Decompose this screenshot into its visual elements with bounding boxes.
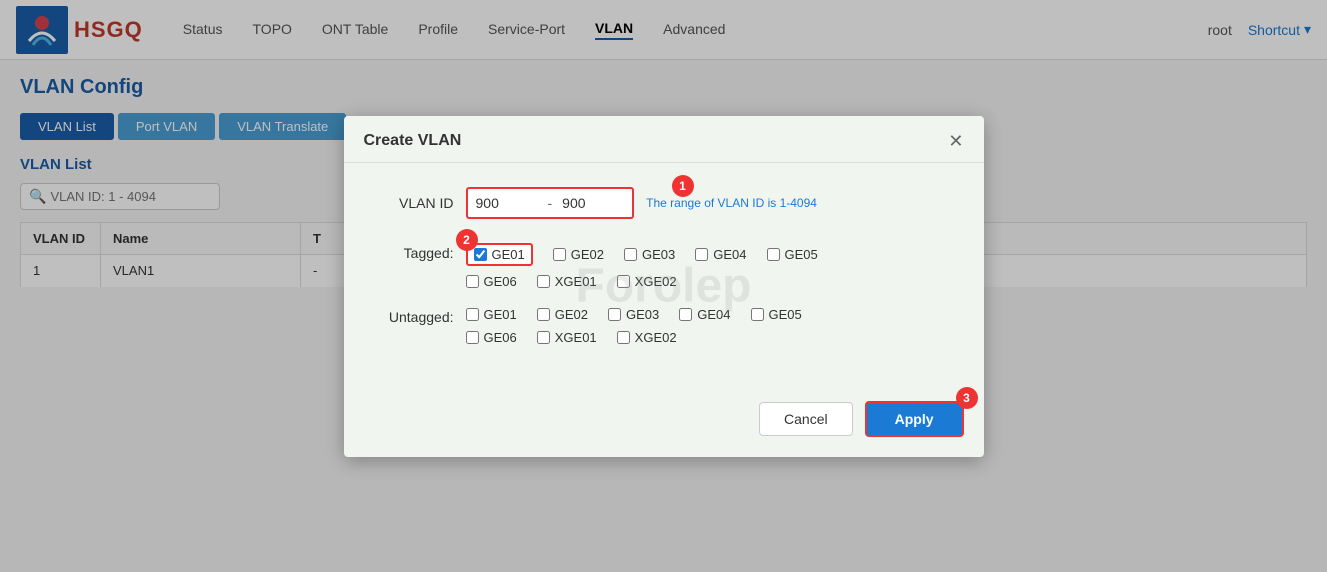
tagged-ge05-checkbox[interactable] xyxy=(767,248,780,261)
tagged-ge04-label: GE04 xyxy=(713,247,746,262)
untagged-ge01-label: GE01 xyxy=(484,307,517,322)
untagged-xge01-label: XGE01 xyxy=(555,330,597,345)
untagged-ge03-item[interactable]: GE03 xyxy=(608,307,659,322)
tagged-row-1: GE01 GE02 GE03 GE04 xyxy=(466,243,954,266)
tagged-ge02-item[interactable]: GE02 xyxy=(553,247,604,262)
untagged-ge03-checkbox[interactable] xyxy=(608,308,621,321)
apply-button[interactable]: Apply xyxy=(865,401,964,437)
modal-title: Create VLAN xyxy=(364,132,462,150)
annotation-badge-3: 3 xyxy=(956,387,978,409)
modal-footer: Cancel Apply 3 xyxy=(344,389,984,457)
untagged-ge03-label: GE03 xyxy=(626,307,659,322)
untagged-ge06-checkbox[interactable] xyxy=(466,331,479,344)
untagged-ge05-label: GE05 xyxy=(769,307,802,322)
tagged-xge02-item[interactable]: XGE02 xyxy=(617,274,677,289)
tagged-ge03-checkbox[interactable] xyxy=(624,248,637,261)
tagged-checkboxes: GE01 GE02 GE03 GE04 xyxy=(466,243,954,297)
tagged-xge01-label: XGE01 xyxy=(555,274,597,289)
modal-overlay: Create VLAN ✕ VLAN ID - The range of VLA… xyxy=(0,0,1327,572)
vlan-separator: - xyxy=(548,195,553,211)
tagged-ge02-label: GE02 xyxy=(571,247,604,262)
untagged-ge02-item[interactable]: GE02 xyxy=(537,307,588,322)
modal-body: VLAN ID - The range of VLAN ID is 1-4094… xyxy=(344,163,984,389)
untagged-ge04-item[interactable]: GE04 xyxy=(679,307,730,322)
tagged-ge05-label: GE05 xyxy=(785,247,818,262)
untagged-ge01-checkbox[interactable] xyxy=(466,308,479,321)
modal-close-button[interactable]: ✕ xyxy=(948,132,963,150)
vlan-id-label: VLAN ID xyxy=(374,195,454,211)
tagged-row: Tagged: GE01 GE02 GE03 xyxy=(374,243,954,297)
untagged-ge04-label: GE04 xyxy=(697,307,730,322)
untagged-ge06-label: GE06 xyxy=(484,330,517,345)
tagged-ge02-checkbox[interactable] xyxy=(553,248,566,261)
untagged-xge02-checkbox[interactable] xyxy=(617,331,630,344)
tagged-label: Tagged: xyxy=(374,243,454,261)
tagged-ge06-item[interactable]: GE06 xyxy=(466,274,517,289)
tagged-ge05-item[interactable]: GE05 xyxy=(767,247,818,262)
tagged-ge03-item[interactable]: GE03 xyxy=(624,247,675,262)
tagged-xge02-checkbox[interactable] xyxy=(617,275,630,288)
untagged-ge05-checkbox[interactable] xyxy=(751,308,764,321)
untagged-ge02-checkbox[interactable] xyxy=(537,308,550,321)
tagged-ge01-checkbox[interactable] xyxy=(474,248,487,261)
tagged-ge06-label: GE06 xyxy=(484,274,517,289)
untagged-xge02-item[interactable]: XGE02 xyxy=(617,330,677,345)
tagged-xge02-label: XGE02 xyxy=(635,274,677,289)
tagged-ge01-label: GE01 xyxy=(492,247,525,262)
untagged-row-2: GE06 XGE01 XGE02 xyxy=(466,330,954,345)
tagged-xge01-item[interactable]: XGE01 xyxy=(537,274,597,289)
untagged-xge02-label: XGE02 xyxy=(635,330,677,345)
annotation-badge-2: 2 xyxy=(456,229,478,251)
tagged-row-2: GE06 XGE01 XGE02 xyxy=(466,274,954,289)
vlan-id-row: VLAN ID - The range of VLAN ID is 1-4094… xyxy=(374,187,954,219)
annotation-badge-1: 1 xyxy=(672,175,694,197)
untagged-ge02-label: GE02 xyxy=(555,307,588,322)
cancel-button[interactable]: Cancel xyxy=(759,402,853,436)
untagged-ge01-item[interactable]: GE01 xyxy=(466,307,517,322)
untagged-row: Untagged: GE01 GE02 GE03 xyxy=(374,307,954,353)
untagged-ge04-checkbox[interactable] xyxy=(679,308,692,321)
vlan-id-inputs: - xyxy=(466,187,635,219)
tagged-xge01-checkbox[interactable] xyxy=(537,275,550,288)
untagged-xge01-item[interactable]: XGE01 xyxy=(537,330,597,345)
tagged-ge06-checkbox[interactable] xyxy=(466,275,479,288)
tagged-ge03-label: GE03 xyxy=(642,247,675,262)
modal-header: Create VLAN ✕ xyxy=(344,116,984,163)
untagged-xge01-checkbox[interactable] xyxy=(537,331,550,344)
tagged-ge04-item[interactable]: GE04 xyxy=(695,247,746,262)
vlan-id-hint: The range of VLAN ID is 1-4094 xyxy=(646,196,817,210)
untagged-row-1: GE01 GE02 GE03 GE04 xyxy=(466,307,954,322)
vlan-id-from-input[interactable] xyxy=(472,191,542,215)
tagged-ge04-checkbox[interactable] xyxy=(695,248,708,261)
untagged-ge06-item[interactable]: GE06 xyxy=(466,330,517,345)
untagged-ge05-item[interactable]: GE05 xyxy=(751,307,802,322)
untagged-checkboxes: GE01 GE02 GE03 GE04 xyxy=(466,307,954,353)
untagged-label: Untagged: xyxy=(374,307,454,325)
create-vlan-modal: Create VLAN ✕ VLAN ID - The range of VLA… xyxy=(344,116,984,457)
vlan-id-to-input[interactable] xyxy=(558,191,628,215)
